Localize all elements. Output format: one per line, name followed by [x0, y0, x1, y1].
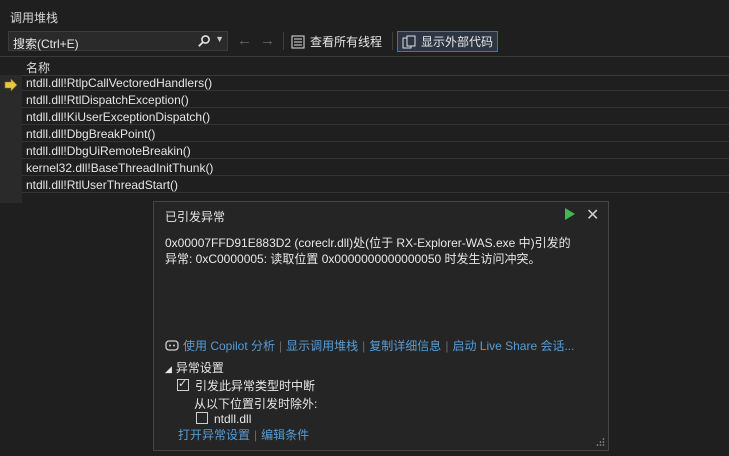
toolbar-divider — [392, 32, 393, 50]
except-when-label: 从以下位置引发时除外: — [194, 397, 318, 411]
search-input-value: 搜索(Ctrl+E) — [13, 37, 79, 51]
module-label: ntdll.dll — [214, 412, 252, 426]
link-divider: | — [362, 338, 366, 353]
frame-name: ntdll.dll!RtlUserThreadStart() — [26, 178, 179, 192]
settings-links: 打开异常设置 | 编辑条件 — [178, 426, 309, 443]
module-option[interactable]: ntdll.dll — [196, 412, 251, 426]
exception-message-line2: 异常: 0xC0000005: 读取位置 0x0000000000000050 … — [165, 252, 541, 266]
frame-name: ntdll.dll!KiUserExceptionDispatch() — [26, 110, 211, 124]
table-row[interactable]: kernel32.dll!BaseThreadInitThunk() — [22, 160, 729, 176]
module-checkbox[interactable] — [196, 412, 208, 424]
show-external-code-button[interactable]: 显示外部代码 — [397, 31, 499, 52]
continue-play-icon[interactable] — [564, 207, 576, 221]
frame-name: ntdll.dll!DbgBreakPoint() — [26, 127, 156, 141]
search-input[interactable]: 搜索(Ctrl+E) ▼ — [8, 31, 228, 51]
resize-grip-icon[interactable] — [595, 437, 605, 447]
link-divider: | — [254, 427, 258, 442]
table-row[interactable]: ntdll.dll!RtlDispatchException() — [22, 92, 729, 108]
exception-settings-header[interactable]: ◢ 异常设置 — [165, 359, 224, 376]
break-when-thrown-option[interactable]: 引发此异常类型时中断 — [177, 377, 315, 394]
frame-name: kernel32.dll!BaseThreadInitThunk() — [26, 161, 214, 175]
frame-name: ntdll.dll!DbgUiRemoteBreakin() — [26, 144, 191, 158]
current-frame-arrow-icon — [4, 79, 18, 91]
break-when-thrown-checkbox[interactable] — [177, 377, 189, 391]
copilot-icon — [165, 340, 179, 351]
edit-conditions-link[interactable]: 编辑条件 — [261, 426, 309, 443]
table-row[interactable]: ntdll.dll!RtlUserThreadStart() — [22, 177, 729, 193]
forward-arrow-icon[interactable]: → — [260, 32, 275, 49]
table-row[interactable]: ntdll.dll!DbgBreakPoint() — [22, 126, 729, 142]
frame-name: ntdll.dll!RtlDispatchException() — [26, 93, 189, 107]
view-all-threads-label: 查看所有线程 — [310, 35, 383, 49]
link-divider: | — [279, 338, 283, 353]
column-header-label: 名称 — [26, 61, 51, 75]
frame-name: ntdll.dll!RtlpCallVectoredHandlers() — [26, 76, 213, 90]
action-links: 使用 Copilot 分析 | 显示调用堆栈 | 复制详细信息 | 启动 Liv… — [165, 337, 574, 354]
close-icon[interactable]: ✕ — [586, 205, 599, 225]
analyze-with-copilot-link[interactable]: 使用 Copilot 分析 — [183, 337, 275, 354]
copy-details-link[interactable]: 复制详细信息 — [369, 337, 441, 354]
exception-message-line1: 0x00007FFD91E883D2 (coreclr.dll)处(位于 RX-… — [165, 236, 571, 250]
threads-icon — [291, 35, 305, 48]
back-arrow-icon[interactable]: ← — [237, 32, 252, 49]
show-external-code-label: 显示外部代码 — [421, 35, 494, 49]
table-row[interactable]: ntdll.dll!RtlpCallVectoredHandlers() — [22, 75, 729, 91]
link-divider: | — [445, 338, 449, 353]
toolbar-divider — [283, 32, 284, 50]
search-icon[interactable] — [197, 34, 211, 51]
table-row[interactable]: ntdll.dll!KiUserExceptionDispatch() — [22, 109, 729, 125]
show-call-stack-link[interactable]: 显示调用堆栈 — [286, 337, 358, 354]
exception-message: 0x00007FFD91E883D2 (coreclr.dll)处(位于 RX-… — [165, 235, 595, 267]
grid-gutter — [0, 75, 22, 203]
exception-settings-header-label: 异常设置 — [175, 361, 224, 375]
exception-popup: 已引发异常 ✕ 0x00007FFD91E883D2 (coreclr.dll)… — [153, 201, 609, 451]
start-live-share-link[interactable]: 启动 Live Share 会话... — [452, 337, 574, 354]
collapse-triangle-icon[interactable]: ◢ — [165, 364, 172, 374]
column-header-name[interactable]: 名称 — [0, 56, 729, 76]
view-all-threads-button[interactable]: 查看所有线程 — [287, 31, 386, 52]
panel-title: 调用堆栈 — [10, 11, 59, 25]
chevron-down-icon[interactable]: ▼ — [215, 34, 224, 44]
exception-title: 已引发异常 — [165, 210, 226, 224]
external-code-icon — [402, 35, 416, 48]
open-exception-settings-link[interactable]: 打开异常设置 — [178, 426, 250, 443]
break-when-thrown-label: 引发此异常类型时中断 — [195, 379, 316, 393]
table-row[interactable]: ntdll.dll!DbgUiRemoteBreakin() — [22, 143, 729, 159]
